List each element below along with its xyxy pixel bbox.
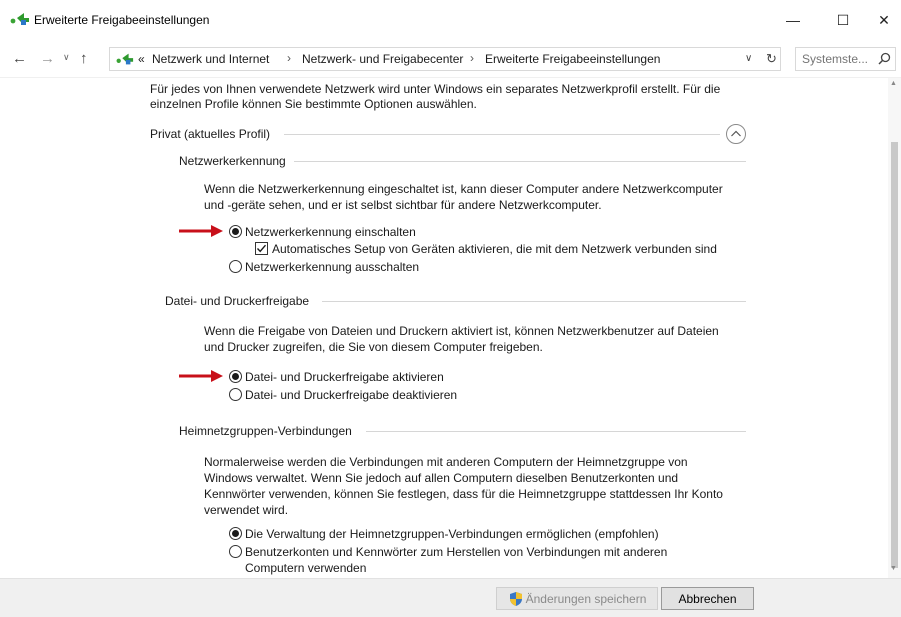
chevron-up-icon — [731, 130, 741, 137]
divider — [284, 134, 720, 135]
section-description: Normalerweise werden die Verbindungen mi… — [204, 455, 688, 469]
minimize-button[interactable]: — — [770, 0, 816, 40]
section-title-file-printer: Datei- und Druckerfreigabe — [165, 294, 310, 308]
up-button[interactable]: ↑ — [80, 50, 88, 67]
refresh-icon[interactable]: ↻ — [766, 51, 777, 67]
recent-locations-button[interactable]: ∨ — [63, 52, 70, 63]
scroll-up-icon[interactable]: ▲ — [890, 80, 897, 87]
file-sharing-off-radio[interactable] — [229, 388, 242, 401]
profile-header[interactable]: Privat (aktuelles Profil) — [150, 126, 270, 142]
settings-content: Für jedes von Ihnen verwendete Netzwerk … — [0, 78, 901, 578]
collapse-button[interactable] — [726, 124, 746, 144]
breadcrumb-separator[interactable]: › — [287, 51, 291, 65]
close-button[interactable]: ✕ — [861, 0, 901, 40]
breadcrumb-item-freigabecenter[interactable]: Netzwerk- und Freigabecenter — [302, 52, 463, 66]
title-bar: Erweiterte Freigabeeinstellungen — ☐ ✕ — [0, 0, 901, 40]
homegroup-accounts-radio[interactable] — [229, 545, 242, 558]
search-icon[interactable] — [878, 52, 891, 68]
network-discovery-on-radio[interactable] — [229, 225, 242, 238]
divider — [322, 301, 746, 302]
section-description: Wenn die Netzwerkerkennung eingeschaltet… — [204, 182, 723, 196]
homegroup-windows-label[interactable]: Die Verwaltung der Heimnetzgruppen-Verbi… — [245, 526, 659, 542]
auto-setup-checkbox[interactable] — [255, 242, 268, 255]
arrow-icon — [179, 370, 223, 382]
arrow-icon — [179, 225, 223, 237]
network-discovery-off-radio[interactable] — [229, 260, 242, 273]
breadcrumb-item-erweiterte-freigabe[interactable]: Erweiterte Freigabeeinstellungen — [485, 52, 660, 66]
intro-text: Für jedes von Ihnen verwendete Netzwerk … — [150, 82, 721, 96]
window-title: Erweiterte Freigabeeinstellungen — [34, 13, 210, 27]
network-discovery-on-label[interactable]: Netzwerkerkennung einschalten — [245, 224, 416, 240]
save-changes-label: Änderungen speichern — [525, 591, 647, 606]
cancel-button[interactable]: Abbrechen — [661, 587, 754, 610]
back-button[interactable]: ← — [12, 50, 27, 67]
breadcrumb-overflow[interactable]: « — [138, 52, 145, 66]
file-sharing-on-label[interactable]: Datei- und Druckerfreigabe aktivieren — [245, 369, 444, 385]
network-discovery-off-label[interactable]: Netzwerkerkennung ausschalten — [245, 259, 419, 275]
section-description: Wenn die Freigabe von Dateien und Drucke… — [204, 324, 719, 338]
section-description: und Drucker zugreifen, die Sie von diese… — [204, 340, 543, 354]
divider — [366, 431, 746, 432]
address-bar[interactable]: « Netzwerk und Internet › Netzwerk- und … — [109, 47, 781, 71]
shield-icon — [509, 591, 522, 606]
vertical-scrollbar[interactable]: ▲ ▼ — [888, 78, 901, 578]
intro-text: einzelnen Profile können Sie bestimmte O… — [150, 97, 477, 111]
navigation-bar: ← → ∨ ↑ « Netzwerk und Internet › Netzwe… — [0, 40, 901, 78]
homegroup-accounts-label[interactable]: Computern verwenden — [245, 560, 366, 576]
network-icon — [116, 52, 134, 69]
breadcrumb-separator[interactable]: › — [470, 51, 474, 65]
forward-button[interactable]: → — [40, 50, 55, 67]
section-description: Kennwörter verwenden, können Sie festleg… — [204, 487, 723, 501]
homegroup-windows-radio[interactable] — [229, 527, 242, 540]
section-title-homegroup: Heimnetzgruppen-Verbindungen — [179, 424, 352, 438]
save-changes-button[interactable]: Änderungen speichern — [496, 587, 658, 610]
search-input[interactable] — [802, 51, 872, 67]
checkmark-icon — [256, 244, 267, 253]
breadcrumb-item-netzwerk-internet[interactable]: Netzwerk und Internet — [152, 52, 269, 66]
chevron-down-icon[interactable]: ∨ — [745, 53, 752, 64]
section-title-network-discovery: Netzwerkerkennung — [179, 154, 286, 168]
file-sharing-on-radio[interactable] — [229, 370, 242, 383]
section-description: verwendet wird. — [204, 503, 289, 517]
section-description: Windows verwaltet. Wenn Sie jedoch auf a… — [204, 471, 679, 485]
scroll-thumb[interactable] — [891, 142, 898, 568]
auto-setup-label[interactable]: Automatisches Setup von Geräten aktivier… — [272, 241, 717, 257]
section-description: und -geräte sehen, und er ist selbst sic… — [204, 198, 602, 212]
homegroup-accounts-label[interactable]: Benutzerkonten und Kennwörter zum Herste… — [245, 544, 667, 560]
search-box[interactable] — [795, 47, 896, 71]
button-bar: Änderungen speichern Abbrechen — [0, 578, 901, 617]
maximize-button[interactable]: ☐ — [820, 0, 866, 40]
cancel-label: Abbrechen — [678, 591, 737, 606]
network-icon — [10, 12, 30, 29]
file-sharing-off-label[interactable]: Datei- und Druckerfreigabe deaktivieren — [245, 387, 457, 403]
divider — [294, 161, 746, 162]
scroll-down-icon[interactable]: ▼ — [890, 565, 897, 572]
